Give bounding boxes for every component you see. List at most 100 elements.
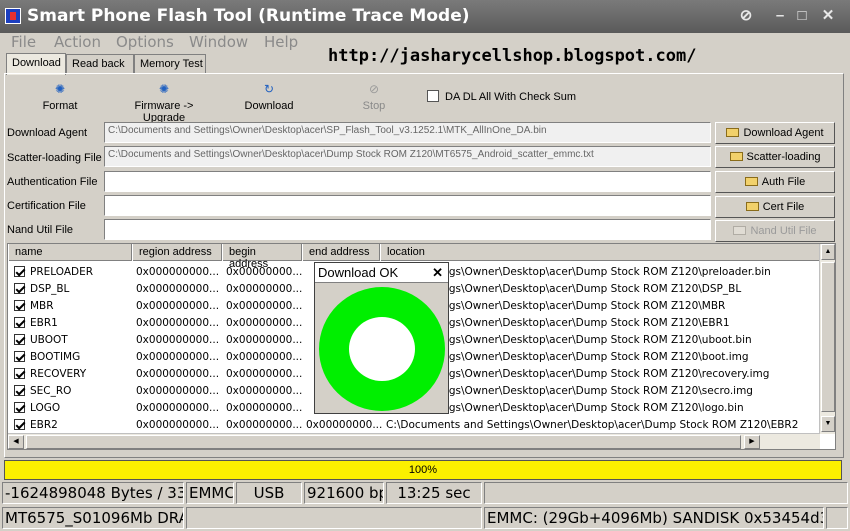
download-label: Download [244, 100, 294, 112]
horizontal-scrollbar[interactable]: ◀ ▶ [8, 433, 820, 449]
firmware-upgrade-label: Firmware -> Upgrade [134, 100, 194, 124]
col-region-address[interactable]: region address [132, 244, 222, 261]
scroll-right-icon[interactable]: ▶ [744, 435, 760, 449]
row-checkbox[interactable] [14, 419, 25, 430]
firmware-upgrade-button[interactable]: ✺ Firmware -> Upgrade [112, 82, 216, 124]
cell-region: 0x000000000... [136, 419, 220, 431]
minimize-button[interactable]: – [770, 7, 790, 25]
status-bar-bottom: MT6575_S01096Mb DRAI EMMC: (29Gb+4096Mb)… [0, 507, 850, 531]
popup-title: Download OK [315, 263, 448, 283]
scroll-up-icon[interactable]: ▲ [821, 244, 835, 260]
cert-button[interactable]: Cert File [715, 196, 835, 218]
auth-label: Authentication File [7, 176, 98, 188]
status-chip: MT6575_S01096Mb DRAI [2, 507, 184, 529]
tab-read-back[interactable]: Read back [66, 54, 134, 74]
nand-field[interactable] [104, 219, 711, 240]
vertical-scrollbar[interactable]: ▲ ▼ [819, 244, 835, 434]
row-checkbox[interactable] [14, 266, 25, 277]
stop-label: Stop [362, 100, 386, 112]
cell-region: 0x000000000... [136, 283, 220, 295]
table-row[interactable]: EBR2 0x000000000... 0x00000000... 0x0000000… [8, 417, 820, 434]
col-begin-address[interactable]: begin address [222, 244, 302, 270]
menu-action[interactable]: Action [54, 33, 101, 51]
auth-button[interactable]: Auth File [715, 171, 835, 193]
row-checkbox[interactable] [14, 300, 25, 311]
hscroll-thumb[interactable] [26, 435, 741, 449]
overlay-url: http://jasharycellshop.blogspot.com/ [328, 46, 697, 66]
auth-field[interactable] [104, 171, 711, 192]
cert-label: Certification File [7, 200, 86, 212]
status-mem-type: EMMC [186, 482, 234, 504]
cell-region: 0x000000000... [136, 266, 220, 278]
menu-help[interactable]: Help [264, 33, 298, 51]
cell-name: RECOVERY [30, 368, 87, 380]
cell-name: BOOTIMG [30, 351, 81, 363]
cell-location: s and Settings\Owner\Desktop\acer\Dump S… [386, 334, 752, 346]
row-checkbox[interactable] [14, 402, 25, 413]
maximize-button[interactable]: □ [792, 7, 812, 25]
menu-options[interactable]: Options [116, 33, 174, 51]
cell-region: 0x000000000... [136, 402, 220, 414]
tab-memory-test[interactable]: Memory Test [134, 54, 206, 74]
download-agent-field[interactable]: C:\Documents and Settings\Owner\Desktop\… [104, 122, 711, 143]
help-context-icon[interactable]: ⊘ [736, 7, 756, 25]
cell-location: s and Settings\Owner\Desktop\acer\Dump S… [386, 351, 749, 363]
cell-location: s and Settings\Owner\Desktop\acer\Dump S… [386, 300, 726, 312]
nand-label: Nand Util File [7, 224, 74, 236]
cell-location: C:\Documents and Settings\Owner\Desktop\… [386, 419, 799, 431]
stop-button[interactable]: ⊘ Stop [358, 82, 390, 112]
download-icon: ↻ [263, 82, 275, 96]
cert-field[interactable] [104, 195, 711, 216]
popup-close-icon[interactable]: ✕ [432, 265, 443, 281]
cell-region: 0x000000000... [136, 334, 220, 346]
row-checkbox[interactable] [14, 351, 25, 362]
row-checkbox[interactable] [14, 317, 25, 328]
auth-button-label: Auth File [761, 176, 806, 188]
cell-region: 0x000000000... [136, 385, 220, 397]
scroll-down-icon[interactable]: ▼ [821, 416, 835, 432]
scatter-field[interactable]: C:\Documents and Settings\Owner\Desktop\… [104, 146, 711, 167]
menu-window[interactable]: Window [189, 33, 248, 51]
cell-name: LOGO [30, 402, 61, 414]
app-icon [5, 8, 21, 24]
col-end-address[interactable]: end address [302, 244, 380, 261]
download-agent-button[interactable]: Download Agent [715, 122, 835, 144]
folder-icon [729, 152, 743, 161]
tab-download[interactable]: Download [6, 53, 66, 75]
cell-begin: 0x00000000... [226, 385, 302, 397]
scatter-button[interactable]: Scatter-loading [715, 146, 835, 168]
cell-location: s and Settings\Owner\Desktop\acer\Dump S… [386, 385, 753, 397]
cell-location: s and Settings\Owner\Desktop\acer\Dump S… [386, 266, 771, 278]
cert-button-label: Cert File [762, 201, 805, 213]
firmware-icon: ✺ [158, 82, 170, 96]
success-ring-icon [319, 287, 445, 411]
col-location[interactable]: location [380, 244, 820, 261]
folder-icon [744, 177, 758, 186]
format-button[interactable]: ✺ Format [40, 82, 80, 112]
title-bar: Smart Phone Flash Tool (Runtime Trace Mo… [0, 0, 850, 33]
folder-icon [733, 226, 747, 235]
checkbox-box[interactable] [427, 90, 439, 102]
cell-begin: 0x00000000... [226, 402, 302, 414]
row-checkbox[interactable] [14, 334, 25, 345]
row-checkbox[interactable] [14, 368, 25, 379]
cell-begin: 0x00000000... [226, 351, 302, 363]
nand-button-label: Nand Util File [750, 225, 817, 237]
status-baud: 921600 bps [304, 482, 384, 504]
nand-button[interactable]: Nand Util File [715, 220, 835, 242]
cell-region: 0x000000000... [136, 351, 220, 363]
row-checkbox[interactable] [14, 385, 25, 396]
cell-name: MBR [30, 300, 54, 312]
cell-location: s and Settings\Owner\Desktop\acer\Dump S… [386, 368, 770, 380]
menu-file[interactable]: File [11, 33, 36, 51]
scroll-thumb[interactable] [821, 262, 835, 412]
format-label: Format [42, 100, 78, 112]
download-button[interactable]: ↻ Download [241, 82, 297, 112]
close-button[interactable]: ✕ [818, 7, 838, 25]
col-name[interactable]: name [8, 244, 132, 261]
scroll-left-icon[interactable]: ◀ [8, 435, 24, 449]
cell-name: EBR1 [30, 317, 58, 329]
row-checkbox[interactable] [14, 283, 25, 294]
checksum-checkbox[interactable]: DA DL All With Check Sum [427, 90, 576, 103]
stop-icon: ⊘ [368, 82, 380, 96]
